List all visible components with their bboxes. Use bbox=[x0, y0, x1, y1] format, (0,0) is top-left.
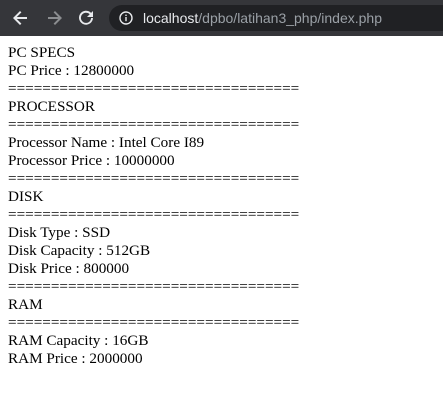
disk-price: Disk Price : 800000 bbox=[8, 260, 130, 277]
heading-pc-specs: PC SPECS bbox=[8, 44, 76, 61]
browser-toolbar: localhost/dpbo/latihan3_php/index.php bbox=[0, 0, 443, 36]
heading-processor: PROCESSOR bbox=[8, 98, 95, 115]
ram-capacity: RAM Capacity : 16GB bbox=[8, 332, 149, 349]
url-path: /dpbo/latihan3_php/index.php bbox=[198, 10, 382, 26]
reload-icon bbox=[79, 10, 93, 25]
arrow-right-icon bbox=[48, 11, 62, 25]
processor-price: Processor Price : 10000000 bbox=[8, 152, 175, 169]
separator: ================================== bbox=[8, 116, 300, 133]
disk-capacity: Disk Capacity : 512GB bbox=[8, 242, 151, 259]
address-bar[interactable]: localhost/dpbo/latihan3_php/index.php bbox=[109, 5, 443, 31]
separator: ================================== bbox=[8, 278, 300, 295]
pc-price: PC Price : 12800000 bbox=[8, 62, 135, 79]
reload-button[interactable] bbox=[72, 0, 100, 36]
separator: ================================== bbox=[8, 314, 300, 331]
heading-ram: RAM bbox=[8, 296, 43, 313]
url-host: localhost bbox=[143, 10, 199, 26]
separator: ================================== bbox=[8, 80, 300, 97]
back-button[interactable] bbox=[7, 0, 35, 36]
page-content: PC SPECS PC Price : 12800000 ===========… bbox=[8, 44, 438, 368]
url-text[interactable]: localhost/dpbo/latihan3_php/index.php bbox=[143, 10, 382, 26]
info-icon[interactable] bbox=[119, 11, 133, 25]
separator: ================================== bbox=[8, 170, 300, 187]
heading-disk: DISK bbox=[8, 188, 44, 205]
processor-name: Processor Name : Intel Core I89 bbox=[8, 134, 205, 151]
separator: ================================== bbox=[8, 206, 300, 223]
ram-price: RAM Price : 2000000 bbox=[8, 350, 143, 367]
arrow-left-icon bbox=[13, 11, 27, 25]
forward-button[interactable] bbox=[40, 0, 68, 36]
disk-type: Disk Type : SSD bbox=[8, 224, 111, 241]
